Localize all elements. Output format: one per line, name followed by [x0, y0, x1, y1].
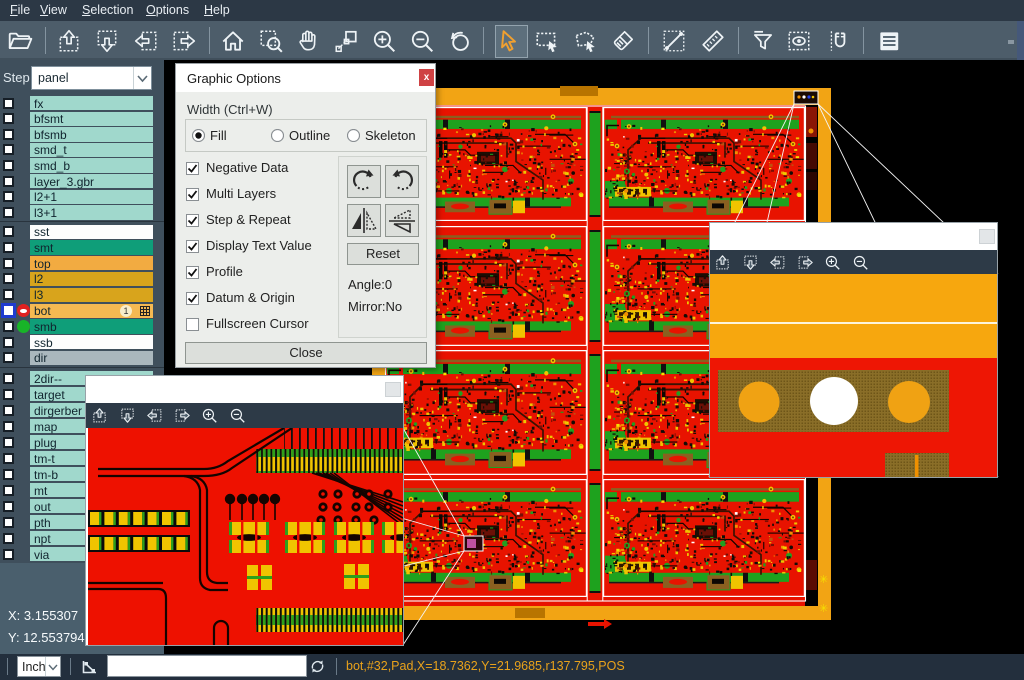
svg-text:✳: ✳	[819, 574, 828, 586]
svg-text:✳: ✳	[819, 603, 828, 615]
